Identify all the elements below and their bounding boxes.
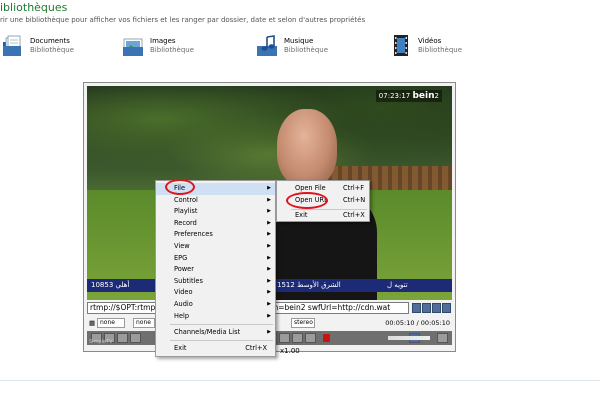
status-divider [0,380,600,381]
menu-item-label: EPG [174,253,188,262]
prev-button[interactable] [117,333,128,343]
submenu-arrow-icon: ▶ [267,301,271,307]
second-combo[interactable]: none [133,318,155,328]
url-button-1[interactable] [412,303,421,313]
menu-item-exit[interactable]: Exit Ctrl+X [156,343,275,355]
menu-item-label: Preferences [174,230,213,239]
channel-logo: 07:23:17 bein2 [375,90,442,102]
menu-item-epg[interactable]: EPG ▶ [156,253,275,265]
menu-item-shortcut: Ctrl+N [343,196,366,204]
library-name: Musique [284,37,314,45]
menu-item-label: Channels/Media List [174,327,241,336]
submenu-arrow-icon: ▶ [267,208,271,215]
audio-mode-combo[interactable]: stereo [291,318,315,328]
submenu-arrow-icon: ▶ [267,243,271,249]
url-button-2[interactable] [422,303,431,313]
library-name: Documents [30,37,70,45]
menu-item-exit-file[interactable]: Exit Ctrl+X [277,210,369,222]
menu-item-label: View [174,242,190,250]
menu-item-label: Exit [174,344,187,352]
menu-separator [170,324,273,325]
url-text-left: rtmp://$OPT:rtmp [90,303,156,312]
app-brand: SimpleTV [89,339,113,345]
submenu-arrow-icon: ▶ [267,254,271,261]
ticker-text-right: تتويه ل [387,281,408,289]
documents-library-icon [2,34,26,58]
videos-library-icon [390,34,414,58]
submenu-arrow-icon: ▶ [267,185,271,191]
library-kind: Bibliothèque [284,46,329,54]
ticker-text-left: 10853 أهلي [91,281,130,289]
library-kind: Bibliothèque [30,46,75,54]
playlist-button[interactable] [292,333,303,343]
menu-item-label: Help [174,311,190,320]
context-menu: File ▶ Control ▶ Playlist ▶ Record ▶ Pre… [155,180,276,357]
menu-item-playlist[interactable]: Playlist ▶ [156,206,275,218]
library-name: Vidéos [418,37,442,45]
images-library-icon [122,34,146,58]
settings-button[interactable] [305,333,316,343]
submenu-arrow-icon: ▶ [267,219,271,226]
menu-item-label: Record [174,218,197,227]
playback-speed: x1.00 [280,347,300,355]
submenu-arrow-icon: ▶ [267,328,271,335]
menu-item-label: Playlist [174,207,198,216]
menu-item-control[interactable]: Control ▶ [156,195,275,207]
library-page-title: ibliothèques [0,1,68,14]
url-button-4[interactable] [442,303,451,313]
ticker-text-mid: 1512 الشرق الأوسط [277,281,341,289]
menu-separator [170,340,273,341]
time-display: 00:05:10 / 00:05:10 [385,319,450,327]
annotation-circle-open-url [286,192,328,209]
submenu-arrow-icon: ▶ [267,231,271,238]
menu-item-open-file[interactable]: Open File Ctrl+F [277,183,369,195]
volume-slider[interactable] [388,336,430,340]
menu-item-record[interactable]: Record ▶ [156,218,275,230]
menu-item-label: Subtitles [174,276,203,285]
menu-item-label: Control [174,195,198,204]
music-library-icon [256,34,280,58]
submenu-arrow-icon: ▶ [267,196,271,203]
submenu-arrow-icon: ▶ [267,266,271,273]
menu-item-shortcut: Ctrl+X [343,211,365,219]
menu-item-label: Audio [174,300,193,308]
channel-selector-icon: ▦ [89,319,96,327]
menu-item-subtitles[interactable]: Subtitles ▶ [156,276,275,288]
fullscreen-button[interactable] [437,333,448,343]
menu-item-view[interactable]: View ▶ [156,241,275,253]
library-name: Images [150,37,176,45]
menu-item-audio[interactable]: Audio ▶ [156,299,275,311]
record-icon[interactable] [323,334,330,342]
menu-item-video[interactable]: Video ▶ [156,287,275,299]
menu-item-label: Power [174,265,194,274]
url-button-3[interactable] [432,303,441,313]
library-kind: Bibliothèque [150,46,195,54]
library-kind: Bibliothèque [418,46,463,54]
menu-item-preferences[interactable]: Preferences ▶ [156,229,275,241]
next-button[interactable] [130,333,141,343]
menu-item-channels-media-list[interactable]: Channels/Media List ▶ [156,327,275,339]
channel-combo[interactable]: none [97,318,125,328]
menu-item-label: Exit [295,211,308,219]
menu-item-shortcut: Ctrl+X [245,344,267,352]
submenu-arrow-icon: ▶ [267,312,271,319]
annotation-circle-file [165,179,195,195]
channel-number: 2 [434,92,439,100]
clock-text: 07:23:17 [378,92,411,100]
snapshot-button[interactable] [279,333,290,343]
library-page-subtitle: rir une bibliothèque pour afficher vos f… [0,16,366,24]
submenu-arrow-icon: ▶ [267,289,271,296]
menu-item-power[interactable]: Power ▶ [156,264,275,276]
submenu-arrow-icon: ▶ [267,277,271,284]
menu-item-shortcut: Ctrl+F [343,184,365,192]
menu-item-help[interactable]: Help ▶ [156,311,275,323]
menu-item-label: Video [174,288,193,297]
channel-logo-text: bein [412,91,435,101]
